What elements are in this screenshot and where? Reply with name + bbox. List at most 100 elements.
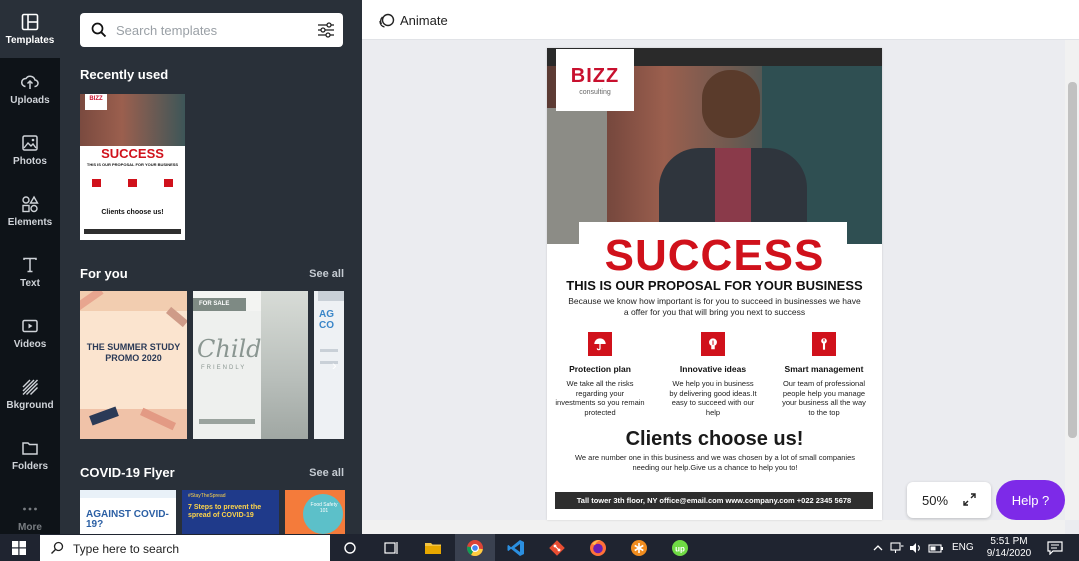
thumb-title: AG CO — [319, 309, 334, 331]
thumb-title: Food Safety 101 — [310, 502, 338, 514]
nav-videos[interactable]: Videos — [0, 304, 60, 362]
brand-logo-text: BIZZ — [570, 65, 620, 87]
filter-icon[interactable] — [317, 22, 335, 38]
search-icon — [51, 541, 64, 554]
background-icon — [22, 379, 38, 395]
scrollbar-thumb[interactable] — [1068, 82, 1077, 438]
feature-innovation[interactable]: Innovative ideas We help you in business… — [668, 332, 758, 417]
thumb-title: AGAINST COVID-19? — [86, 509, 169, 530]
feature-management[interactable]: Smart management Our team of professiona… — [779, 332, 869, 417]
feature-desc: We help you in business by delivering go… — [669, 379, 757, 417]
notifications-button[interactable] — [1040, 534, 1070, 561]
brand-logo-sub: consulting — [579, 89, 611, 96]
brand-logo-box[interactable]: BIZZ consulting — [556, 49, 634, 111]
templates-icon — [21, 13, 39, 30]
thumb-tag: #StayTheSpread — [188, 493, 226, 499]
covid-heading: COVID-19 Flyer — [80, 465, 175, 480]
covid-see-all-link[interactable]: See all — [309, 467, 344, 479]
start-button[interactable] — [0, 534, 38, 561]
animate-label: Animate — [400, 12, 448, 28]
video-icon — [22, 319, 38, 332]
taskbar-search-box[interactable]: Type here to search — [40, 535, 330, 561]
taskbar-app-vscode[interactable] — [496, 534, 536, 561]
design-page[interactable]: BIZZ consulting SUCCESS THIS IS OUR PROP… — [547, 48, 882, 520]
clock-time: 5:51 PM — [990, 536, 1028, 547]
language-indicator[interactable]: ENG — [952, 542, 974, 553]
clients-heading[interactable]: Clients choose us! — [547, 428, 882, 451]
taskbar-app-git[interactable] — [537, 534, 577, 561]
nav-folders[interactable]: Folders — [0, 426, 60, 484]
covid-template-thumb-2[interactable]: #StayTheSpread 7 Steps to prevent the sp… — [182, 490, 279, 534]
taskbar-app-timeline[interactable] — [372, 534, 412, 561]
search-input[interactable] — [116, 21, 306, 39]
covid-template-thumb-3[interactable]: Food Safety 101 — [285, 490, 345, 534]
taskbar-app-firefox[interactable] — [578, 534, 618, 561]
nav-label: Videos — [13, 338, 47, 350]
recently-used-heading: Recently used — [80, 67, 169, 82]
thumb-title-line1: THE SUMMER STUDY — [86, 342, 181, 352]
nav-elements[interactable]: Elements — [0, 182, 60, 240]
svg-text:up: up — [675, 544, 685, 553]
animate-icon — [379, 13, 395, 28]
summer-study-template-thumb[interactable]: THE SUMMER STUDY PROMO 2020 — [80, 291, 187, 439]
taskbar-app-file-explorer[interactable] — [413, 534, 453, 561]
chevron-up-icon[interactable] — [872, 543, 884, 553]
taskbar-search-placeholder: Type here to search — [73, 542, 180, 556]
git-icon — [549, 539, 565, 556]
folder-icon — [425, 542, 441, 554]
firefox-icon — [590, 539, 606, 556]
child-friendly-template-thumb[interactable]: FOR SALE Child FRIENDLY — [193, 291, 308, 439]
thumb-sub: THIS IS OUR PROPOSAL FOR YOUR BUSINESS — [86, 162, 179, 167]
for-you-see-all-link[interactable]: See all — [309, 268, 344, 280]
nav-label: Text — [20, 277, 40, 289]
taskbar-app-asterisk[interactable] — [619, 534, 659, 561]
umbrella-icon — [588, 332, 612, 356]
partial-template-thumb[interactable]: AG CO › — [314, 291, 344, 439]
side-nav-rail: Templates Uploads Photos Elements Text V… — [0, 0, 60, 534]
upload-icon — [21, 75, 39, 89]
nav-label: Elements — [7, 216, 53, 228]
contact-footer[interactable]: Tall tower 3th floor, NY office@email.co… — [555, 492, 873, 509]
scroll-right-icon[interactable]: › — [332, 357, 337, 373]
nav-templates[interactable]: Templates — [0, 0, 60, 58]
help-button[interactable]: Help ? — [996, 480, 1065, 520]
headline-success[interactable]: SUCCESS — [547, 231, 882, 281]
taskbar-app-chrome[interactable] — [455, 534, 495, 561]
vertical-scrollbar[interactable] — [1065, 40, 1079, 520]
wrench-icon — [812, 332, 836, 356]
covid-template-thumb-1[interactable]: AGAINST COVID-19? — [80, 490, 176, 534]
proposal-subheading[interactable]: THIS IS OUR PROPOSAL FOR YOUR BUSINESS — [547, 278, 882, 293]
task-view-button[interactable] — [330, 534, 370, 561]
horizontal-scrollbar[interactable] — [362, 520, 1065, 534]
windows-logo-icon — [12, 540, 26, 555]
canva-app: Templates Uploads Photos Elements Text V… — [0, 0, 1079, 561]
network-icon[interactable] — [890, 541, 904, 554]
animate-button[interactable]: Animate — [378, 10, 448, 30]
thumb-logo: BIZZ — [85, 94, 107, 110]
volume-icon[interactable] — [909, 542, 923, 554]
taskbar-app-upwork[interactable]: up — [660, 534, 700, 561]
system-clock[interactable]: 5:51 PM 9/14/2020 — [986, 536, 1032, 560]
feature-protection[interactable]: Protection plan We take all the risks re… — [555, 332, 645, 417]
thumb-headline: SUCCESS — [80, 146, 185, 161]
nav-text[interactable]: Text — [0, 243, 60, 301]
templates-panel: Recently used BIZZ SUCCESS THIS IS OUR P… — [60, 0, 362, 534]
nav-background[interactable]: Bkground — [0, 365, 60, 423]
battery-icon[interactable] — [928, 542, 944, 554]
intro-paragraph[interactable]: Because we know how important is for you… — [567, 296, 862, 318]
asterisk-app-icon — [631, 539, 647, 556]
nav-photos[interactable]: Photos — [0, 121, 60, 179]
search-icon — [91, 22, 107, 38]
nav-label: Templates — [5, 34, 55, 46]
thumb-tag: FOR SALE — [193, 298, 246, 311]
clients-paragraph[interactable]: We are number one in this business and w… — [565, 453, 865, 473]
fullscreen-icon[interactable] — [962, 492, 977, 507]
recent-template-thumb[interactable]: BIZZ SUCCESS THIS IS OUR PROPOSAL FOR YO… — [80, 94, 185, 240]
zoom-control: 50% — [907, 482, 991, 518]
photo-head — [702, 70, 760, 138]
nav-uploads[interactable]: Uploads — [0, 60, 60, 118]
lightbulb-icon — [701, 332, 725, 356]
zoom-level[interactable]: 50% — [922, 493, 948, 508]
chrome-icon — [467, 539, 483, 556]
clock-date: 9/14/2020 — [986, 548, 1032, 559]
